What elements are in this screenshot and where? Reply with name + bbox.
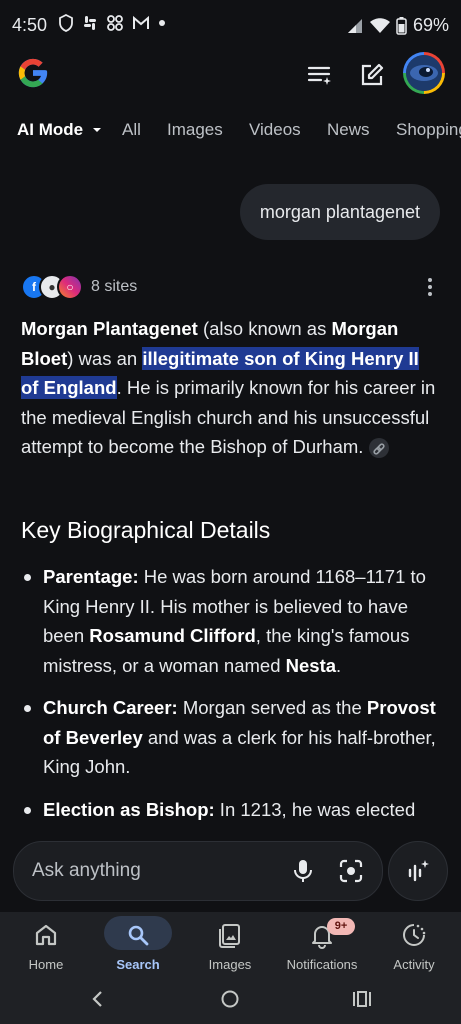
status-bar: 4:50 69% [0,0,461,52]
ask-input[interactable] [30,856,274,886]
link-icon[interactable] [369,438,390,459]
tab-ai-mode[interactable]: AI Mode [17,120,102,140]
user-query-bubble: morgan plantagenet [239,184,440,240]
details-list: Parentage: He was born around 1168–1171 … [21,562,441,837]
list-item: Election as Bishop: In 1213, he was elec… [21,795,441,825]
notification-icons [58,14,166,32]
clock: 4:50 [12,15,48,35]
sources-count: 8 sites [91,278,138,295]
share-icon [107,15,123,31]
recents-icon[interactable] [351,990,373,1008]
tab-shopping[interactable]: Shopping [396,120,461,140]
gmail-icon [133,15,149,29]
more-options-icon[interactable] [427,278,433,296]
nav-images[interactable]: Images [184,912,276,980]
signal-icon [347,18,362,33]
avatar-image [406,55,442,91]
tab-all-label: All [122,120,141,139]
bottom-navigation: Home Search Images 9+ Notifications Acti… [0,912,461,980]
list-item: Parentage: He was born around 1168–1171 … [21,562,441,680]
search-tabs: AI Mode All Images Videos News Shopping [0,116,461,146]
ai-answer-paragraph: Morgan Plantagenet (also known as Morgan… [21,318,436,459]
voice-mode-button[interactable] [388,841,448,901]
mic-icon[interactable] [290,858,316,884]
notification-badge: 9+ [327,918,355,935]
activity-icon [403,924,426,946]
sparkle-wave-icon [408,860,429,882]
home-circle-icon[interactable] [220,989,240,1009]
lens-icon[interactable] [338,858,364,884]
system-status: 69% [346,15,449,36]
tab-news[interactable]: News [327,120,370,140]
nav-activity[interactable]: Activity [368,912,460,980]
account-avatar[interactable] [403,52,445,94]
nav-notifications[interactable]: 9+ Notifications [276,912,368,980]
history-list-icon[interactable] [307,62,333,88]
nav-search[interactable]: Search [92,912,184,980]
battery-icon [396,16,407,35]
google-logo[interactable] [16,56,50,90]
list-item: Church Career: Morgan served as the Prov… [21,693,441,782]
back-icon[interactable] [90,990,106,1008]
sources-chip[interactable]: f ● ○ 8 sites [21,274,137,300]
shield-icon [59,14,73,32]
tab-videos[interactable]: Videos [249,120,301,140]
search-icon [128,925,149,946]
battery-percent: 69% [412,15,449,35]
section-heading: Key Biographical Details [21,517,271,543]
home-icon [35,924,57,946]
dot-icon [159,20,165,26]
ask-bar [13,841,383,901]
chevron-down-icon [92,128,101,132]
app-header [0,52,461,100]
tab-images[interactable]: Images [167,120,223,140]
tab-all[interactable]: All [122,120,141,140]
images-icon [219,924,240,948]
wifi-icon [369,17,390,33]
system-navigation [0,980,461,1024]
nav-home[interactable]: Home [0,912,92,980]
instagram-icon: ○ [57,274,83,300]
slack-icon [84,16,96,30]
edit-icon[interactable] [359,62,385,88]
